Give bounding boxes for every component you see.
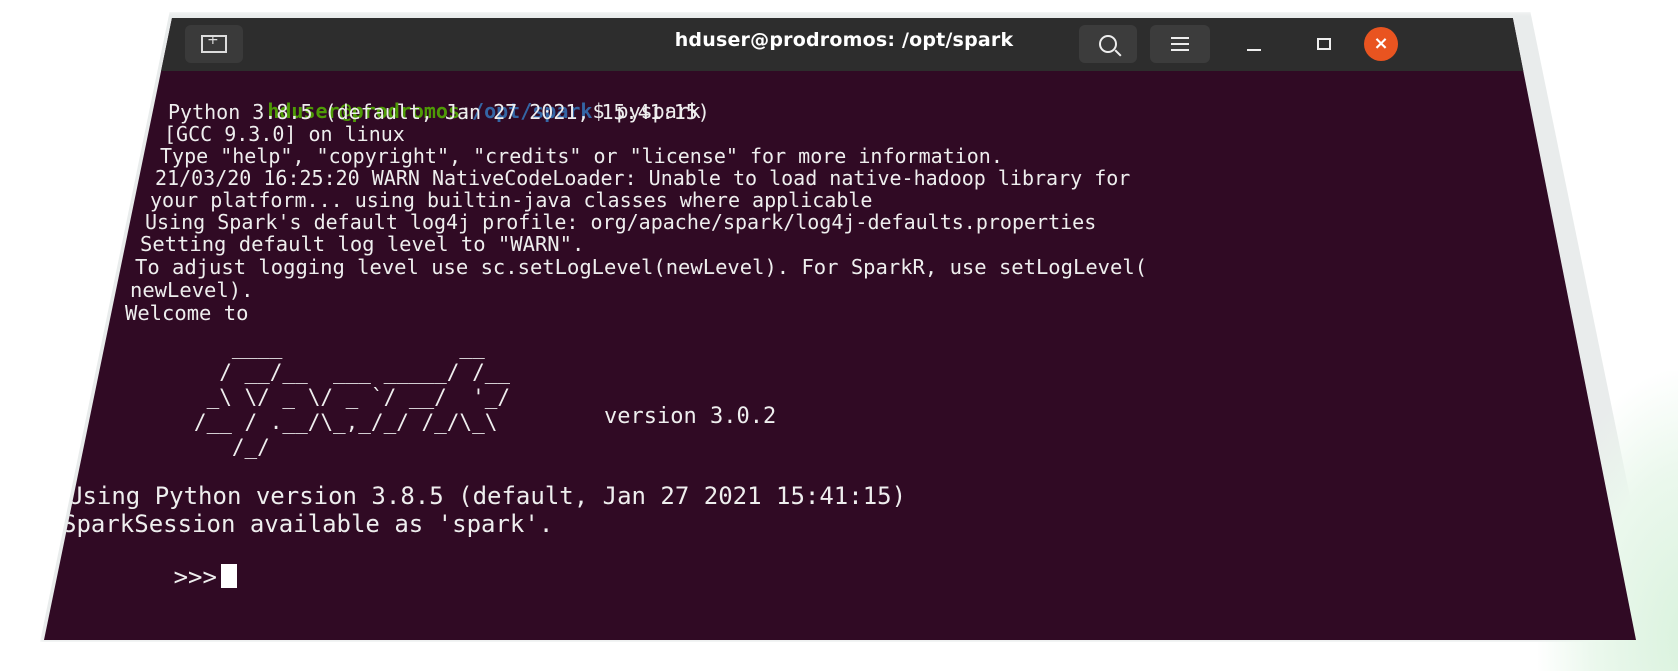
terminal-line: To adjust logging level use sc.setLogLev… (135, 255, 1148, 279)
screenshot-stage: hduser@prodromos: /opt/spark × hduser@pr… (0, 0, 1678, 671)
search-icon (1099, 35, 1117, 53)
minimize-icon (1247, 49, 1261, 51)
terminal-line: Setting default log level to "WARN". (140, 232, 585, 256)
terminal-line: Welcome to (125, 301, 249, 325)
close-button[interactable]: × (1364, 27, 1398, 61)
terminal-line: [GCC 9.3.0] on linux (164, 122, 405, 146)
menu-button[interactable] (1150, 25, 1210, 63)
terminal-output[interactable]: hduser@prodromos:/opt/spark$ pyspark Pyt… (44, 71, 1636, 640)
new-tab-button[interactable] (185, 25, 243, 63)
repl-prompt-text: >>> (173, 563, 217, 591)
terminal-line: 21/03/20 16:25:20 WARN NativeCodeLoader:… (155, 166, 1131, 190)
python-repl-prompt[interactable]: >>> (58, 541, 237, 614)
spark-ascii-logo: ____ __ / __/__ ___ _____/ /__ _\ \/ _ \… (193, 335, 511, 459)
terminal-cursor (220, 564, 237, 588)
window-title: hduser@prodromos: /opt/spark (674, 29, 1014, 51)
spark-version: version 3.0.2 (604, 404, 777, 429)
maximize-icon (1317, 38, 1331, 50)
terminal-window: hduser@prodromos: /opt/spark × hduser@pr… (44, 18, 1636, 640)
menu-icon (1171, 37, 1189, 51)
python-version-line: Using Python version 3.8.5 (default, Jan… (68, 482, 907, 510)
maximize-button[interactable] (1304, 25, 1344, 63)
terminal-line: your platform... using builtin-java clas… (150, 188, 873, 212)
terminal-line: newLevel). (130, 278, 254, 302)
terminal-line: Python 3.8.5 (default, Jan 27 2021, 15:4… (168, 100, 710, 124)
title-bar: hduser@prodromos: /opt/spark × (44, 18, 1636, 71)
search-button[interactable] (1079, 25, 1137, 63)
terminal-line: Type "help", "copyright", "credits" or "… (160, 144, 1003, 168)
spark-session-line: SparkSession available as 'spark'. (62, 510, 554, 538)
close-icon: × (1373, 33, 1389, 54)
minimize-button[interactable] (1234, 25, 1274, 63)
new-tab-icon (201, 32, 227, 53)
terminal-line: Using Spark's default log4j profile: org… (145, 210, 1097, 234)
